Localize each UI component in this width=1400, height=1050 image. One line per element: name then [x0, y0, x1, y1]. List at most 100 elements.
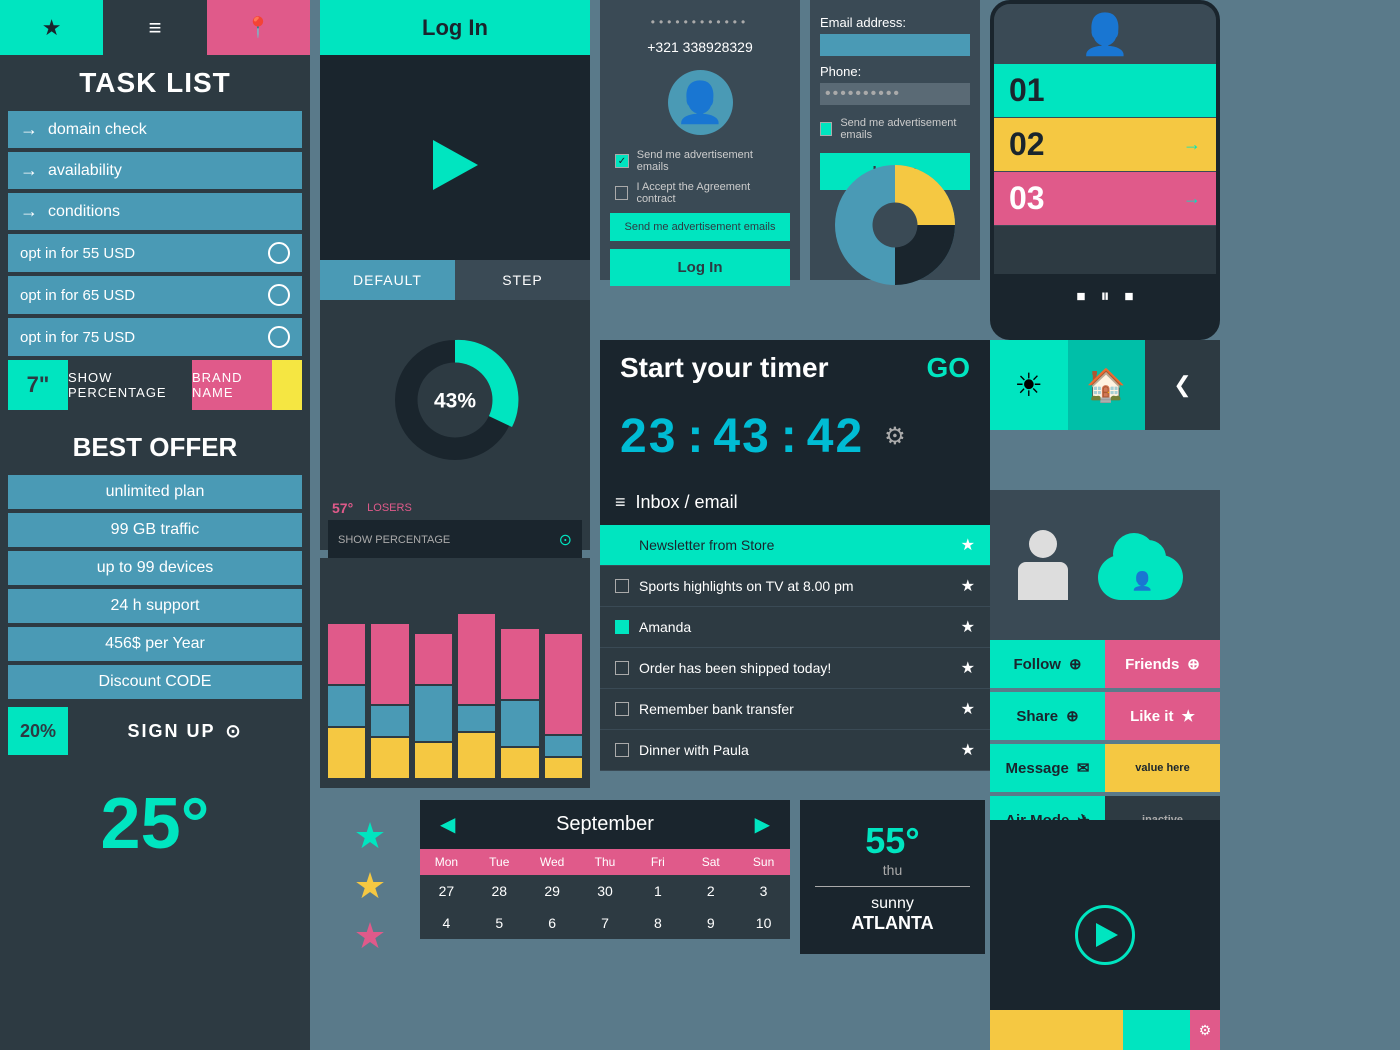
circle-arrow-icon: ⊙: [225, 721, 242, 742]
accent-settings[interactable]: ⚙: [1190, 1010, 1220, 1050]
follow-button[interactable]: Follow ⊕: [990, 640, 1105, 688]
inbox-checkbox-5[interactable]: [615, 702, 629, 716]
star-icon[interactable]: ★: [961, 535, 975, 555]
show-percentage-row[interactable]: SHOW PERCENTAGE ⊙: [328, 520, 582, 560]
weather-city: ATLANTA: [815, 913, 970, 934]
phone-input[interactable]: ••••••••••: [820, 83, 970, 105]
left-top-bar: ★ ≡ 📍: [0, 0, 310, 55]
login-top-button[interactable]: Log In: [320, 0, 590, 55]
play-button-icon[interactable]: [433, 140, 478, 190]
phone-row-01[interactable]: 01 →: [994, 64, 1216, 118]
task-item-conditions[interactable]: → conditions: [8, 193, 302, 230]
stepper-tabs: DEFAULT STEP: [320, 260, 590, 300]
video-block[interactable]: [320, 55, 590, 275]
social-panel: Follow ⊕ Friends ⊕ Share ⊕ Like it ★ Mes…: [990, 640, 1220, 844]
pause-icon[interactable]: ⏸: [1101, 286, 1110, 307]
stop-icon[interactable]: ⏹: [1077, 286, 1086, 307]
radio-circle[interactable]: [268, 284, 290, 306]
cal-day-7[interactable]: 7: [579, 907, 632, 939]
inbox-checkbox-4[interactable]: [615, 661, 629, 675]
cal-day-28[interactable]: 28: [473, 875, 526, 907]
bar-group-5: [501, 629, 538, 778]
pin-button[interactable]: 📍: [207, 0, 310, 55]
inbox-item-bank[interactable]: Remember bank transfer ★: [600, 689, 990, 730]
cal-day-27[interactable]: 27: [420, 875, 473, 907]
bottom-accent-bar: ⚙: [990, 1010, 1220, 1050]
friends-button[interactable]: Friends ⊕: [1105, 640, 1220, 688]
inbox-item-sports[interactable]: Sports highlights on TV at 8.00 pm ★: [600, 566, 990, 607]
inbox-item-newsletter[interactable]: Newsletter from Store ★: [600, 525, 990, 566]
radio-item-65[interactable]: opt in for 65 USD: [8, 276, 302, 314]
inbox-checkbox-2[interactable]: [615, 579, 629, 593]
like-button[interactable]: Like it ★: [1105, 692, 1220, 740]
cal-day-3[interactable]: 3: [737, 875, 790, 907]
arrow-icon-2[interactable]: →: [1183, 134, 1201, 155]
sun-icon: ☀: [1014, 366, 1043, 404]
checkbox-agreement[interactable]: [615, 186, 628, 200]
cloud-bump-right: [1131, 540, 1166, 575]
star-icon[interactable]: ★: [961, 617, 975, 637]
prev-month-button[interactable]: ◀: [440, 812, 455, 837]
checkbox-adv[interactable]: ✓: [615, 154, 629, 168]
task-item-domain[interactable]: → domain check: [8, 111, 302, 148]
cal-day-30[interactable]: 30: [579, 875, 632, 907]
record-icon[interactable]: ⏹: [1125, 286, 1134, 307]
cal-day-6[interactable]: 6: [526, 907, 579, 939]
arrow-icon-1[interactable]: →: [1183, 80, 1201, 101]
radio-item-75[interactable]: opt in for 75 USD: [8, 318, 302, 356]
message-button[interactable]: Message ✉: [990, 744, 1105, 792]
inbox-item-dinner[interactable]: Dinner with Paula ★: [600, 730, 990, 771]
menu-button[interactable]: ≡: [103, 0, 206, 55]
cal-day-29[interactable]: 29: [526, 875, 579, 907]
back-button[interactable]: ❮: [1145, 340, 1220, 430]
cal-day-9[interactable]: 9: [684, 907, 737, 939]
star-icon[interactable]: ★: [961, 576, 975, 596]
house-button[interactable]: 🏠: [1068, 340, 1146, 430]
form-checkbox[interactable]: [820, 122, 832, 136]
share-button[interactable]: Share ⊕: [990, 692, 1105, 740]
phone-widget: 👤 01 → 02 → 03 → ⏹ ⏸ ⏹: [990, 0, 1220, 340]
star-icon[interactable]: ★: [961, 740, 975, 760]
cal-day-4[interactable]: 4: [420, 907, 473, 939]
timer-section: Start your timer GO 23 : 43 : 42 ⚙: [600, 340, 990, 480]
message-value-field[interactable]: value here: [1105, 744, 1220, 792]
stepper-tab-default[interactable]: DEFAULT: [320, 260, 455, 300]
radio-circle[interactable]: [268, 242, 290, 264]
checkbox-row-2[interactable]: I Accept the Agreement contract: [600, 177, 800, 209]
settings-icon[interactable]: ⚙: [1199, 1022, 1212, 1039]
checkbox-row-1[interactable]: ✓ Send me advertisement emails: [600, 145, 800, 177]
inbox-item-order[interactable]: Order has been shipped today! ★: [600, 648, 990, 689]
task-item-availability[interactable]: → availability: [8, 152, 302, 189]
cal-day-1[interactable]: 1: [631, 875, 684, 907]
social-row-3: Message ✉ value here: [990, 744, 1220, 792]
cal-day-10[interactable]: 10: [737, 907, 790, 939]
advertisement-button[interactable]: Send me advertisement emails: [610, 213, 790, 241]
next-month-button[interactable]: ▶: [755, 812, 770, 837]
best-offer-title: BEST OFFER: [0, 424, 310, 471]
inbox-item-amanda[interactable]: Amanda ★: [600, 607, 990, 648]
email-input[interactable]: [820, 34, 970, 56]
arrow-icon-3[interactable]: →: [1183, 188, 1201, 209]
phone-row-02[interactable]: 02 →: [994, 118, 1216, 172]
cal-day-2[interactable]: 2: [684, 875, 737, 907]
stepper-tab-step[interactable]: STEP: [455, 260, 590, 300]
radio-circle[interactable]: [268, 326, 290, 348]
inbox-checkbox-1[interactable]: [615, 538, 629, 552]
inbox-checkbox-6[interactable]: [615, 743, 629, 757]
inbox-checkbox-3[interactable]: [615, 620, 629, 634]
star-button[interactable]: ★: [0, 0, 103, 55]
settings-icon[interactable]: ⊙: [559, 530, 572, 550]
login-button[interactable]: Log In: [610, 249, 790, 286]
cal-day-5[interactable]: 5: [473, 907, 526, 939]
go-button[interactable]: GO: [926, 352, 970, 384]
gear-icon[interactable]: ⚙: [884, 422, 906, 451]
best-offer-section: BEST OFFER unlimited plan 99 GB traffic …: [0, 414, 310, 885]
signup-button[interactable]: SIGN UP ⊙: [68, 707, 302, 755]
star-icon[interactable]: ★: [961, 658, 975, 678]
sun-button[interactable]: ☀: [990, 340, 1068, 430]
play-button[interactable]: [1075, 905, 1135, 965]
phone-row-03[interactable]: 03 →: [994, 172, 1216, 226]
cal-day-8[interactable]: 8: [631, 907, 684, 939]
star-icon[interactable]: ★: [961, 699, 975, 719]
radio-item-55[interactable]: opt in for 55 USD: [8, 234, 302, 272]
